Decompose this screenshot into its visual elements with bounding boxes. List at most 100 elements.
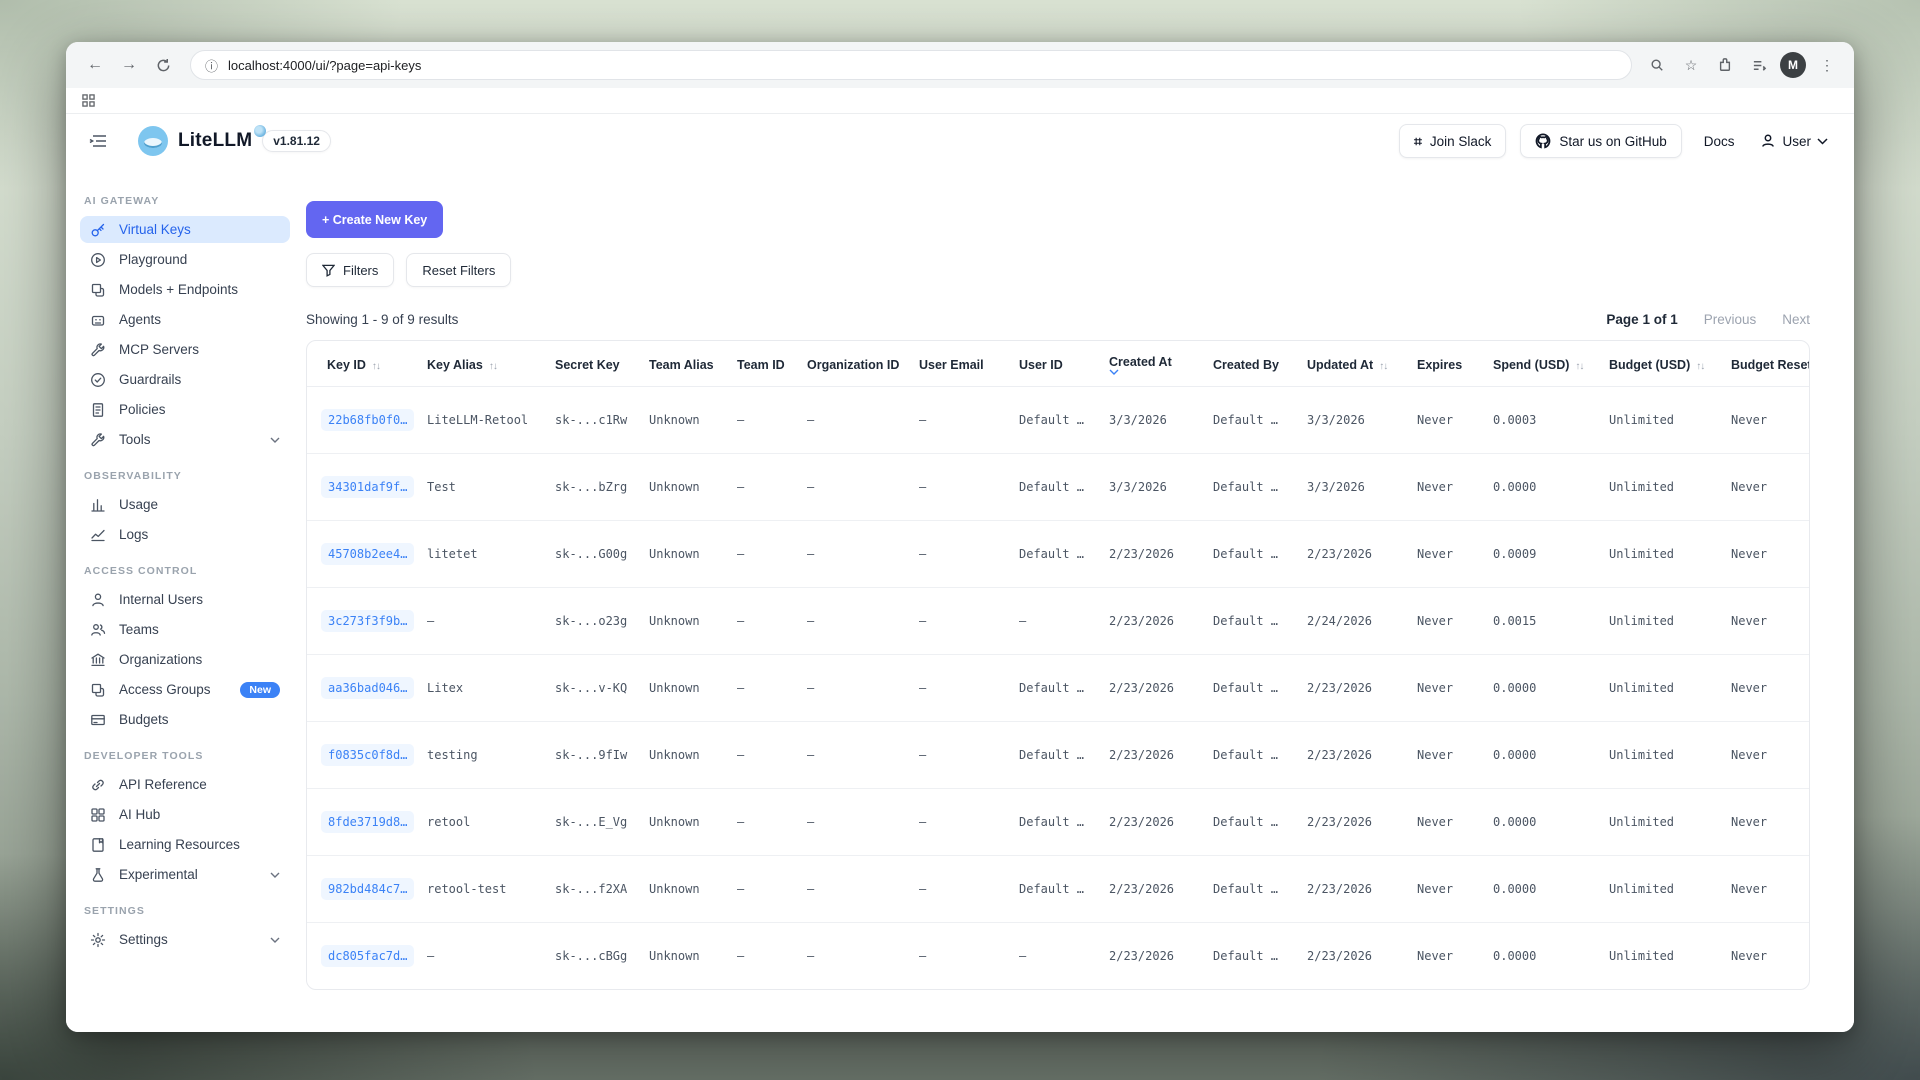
sidebar-item-guardrails[interactable]: Guardrails xyxy=(80,366,290,393)
browser-window: ← → ⓘ localhost:4000/ui/?page=api-keys ☆ xyxy=(66,42,1854,1032)
address-bar[interactable]: ⓘ localhost:4000/ui/?page=api-keys xyxy=(190,50,1632,80)
column-header-spend-usd[interactable]: Spend (USD)↑↓ xyxy=(1485,341,1601,387)
user-menu[interactable]: User xyxy=(1760,133,1828,149)
column-header-updated-at[interactable]: Updated At↑↓ xyxy=(1299,341,1409,387)
create-new-key-button[interactable]: + Create New Key xyxy=(306,201,443,238)
key-id-link[interactable]: 22b68fb0f0… xyxy=(321,409,414,431)
sidebar-item-policies[interactable]: Policies xyxy=(80,396,290,423)
line-chart-icon xyxy=(90,527,106,543)
sidebar-item-teams[interactable]: Teams xyxy=(80,616,290,643)
key-id-cell[interactable]: 22b68fb0f0… xyxy=(307,387,419,454)
column-header-created-at[interactable]: Created At xyxy=(1101,341,1205,387)
table-row[interactable]: aa36bad046…Litexsk-...v-KQUnknown–––Defa… xyxy=(307,655,1810,722)
join-slack-button[interactable]: ⌗ Join Slack xyxy=(1399,124,1506,158)
docs-link[interactable]: Docs xyxy=(1704,134,1735,149)
column-header-key-alias[interactable]: Key Alias↑↓ xyxy=(419,341,547,387)
sidebar-item-agents[interactable]: Agents xyxy=(80,306,290,333)
table-cell: 2/23/2026 xyxy=(1101,722,1205,789)
table-row[interactable]: 3c273f3f9b…–sk-...o23gUnknown––––2/23/20… xyxy=(307,588,1810,655)
star-github-button[interactable]: Star us on GitHub xyxy=(1520,124,1681,158)
menu-dots-icon[interactable]: ⋮ xyxy=(1814,52,1840,78)
table-row[interactable]: 982bd484c7…retool-testsk-...f2XAUnknown–… xyxy=(307,856,1810,923)
profile-avatar[interactable]: M xyxy=(1780,52,1806,78)
next-page-button[interactable]: Next xyxy=(1782,312,1810,327)
reset-filters-button[interactable]: Reset Filters xyxy=(406,253,511,287)
sidebar-item-mcp-servers[interactable]: MCP Servers xyxy=(80,336,290,363)
sidebar-item-internal-users[interactable]: Internal Users xyxy=(80,586,290,613)
key-id-cell[interactable]: aa36bad046… xyxy=(307,655,419,722)
page-info: Page 1 of 1 xyxy=(1606,312,1677,327)
sidebar-item-organizations[interactable]: Organizations xyxy=(80,646,290,673)
sidebar-item-access-groups[interactable]: Access GroupsNew xyxy=(80,676,290,703)
back-icon[interactable]: ← xyxy=(80,50,110,80)
sidebar-toggle-icon[interactable] xyxy=(84,127,112,155)
bookmark-star-icon[interactable]: ☆ xyxy=(1678,52,1704,78)
sidebar-item-virtual-keys[interactable]: Virtual Keys xyxy=(80,216,290,243)
keys-table-card: Key ID↑↓Key Alias↑↓Secret KeyTeam AliasT… xyxy=(306,340,1810,990)
key-id-link[interactable]: 3c273f3f9b… xyxy=(321,610,414,632)
key-id-cell[interactable]: dc805fac7d… xyxy=(307,923,419,990)
key-id-link[interactable]: 45708b2ee4… xyxy=(321,543,414,565)
sidebar-item-budgets[interactable]: Budgets xyxy=(80,706,290,733)
sidebar-item-learning-resources[interactable]: Learning Resources xyxy=(80,831,290,858)
column-header-budget-reset: Budget Reset xyxy=(1723,341,1810,387)
sort-icon[interactable]: ↑↓ xyxy=(1696,361,1704,372)
key-id-cell[interactable]: 45708b2ee4… xyxy=(307,521,419,588)
key-id-link[interactable]: aa36bad046… xyxy=(321,677,414,699)
sort-icon[interactable]: ↑↓ xyxy=(372,361,380,372)
sort-icon[interactable]: ↑↓ xyxy=(489,361,497,372)
apps-strip xyxy=(66,88,1854,114)
extensions-icon[interactable] xyxy=(1712,52,1738,78)
sidebar-item-usage[interactable]: Usage xyxy=(80,491,290,518)
key-id-link[interactable]: 8fde3719d8… xyxy=(321,811,414,833)
sort-icon[interactable]: ↑↓ xyxy=(1379,361,1387,372)
key-id-cell[interactable]: 34301daf9f… xyxy=(307,454,419,521)
previous-page-button[interactable]: Previous xyxy=(1704,312,1757,327)
table-cell: Unknown xyxy=(641,722,729,789)
table-cell: Default … xyxy=(1205,923,1299,990)
filters-button[interactable]: Filters xyxy=(306,253,394,287)
column-header-budget-usd[interactable]: Budget (USD)↑↓ xyxy=(1601,341,1723,387)
wrench-icon xyxy=(90,432,106,448)
reading-list-icon[interactable] xyxy=(1746,52,1772,78)
forward-icon[interactable]: → xyxy=(114,50,144,80)
table-row[interactable]: 34301daf9f…Testsk-...bZrgUnknown–––Defau… xyxy=(307,454,1810,521)
table-cell: 2/24/2026 xyxy=(1299,588,1409,655)
sidebar-item-tools[interactable]: Tools xyxy=(80,426,290,453)
table-row[interactable]: 8fde3719d8…retoolsk-...E_VgUnknown–––Def… xyxy=(307,789,1810,856)
table-row[interactable]: f0835c0f8d…testingsk-...9fIwUnknown–––De… xyxy=(307,722,1810,789)
table-cell: Unknown xyxy=(641,856,729,923)
column-header-key-id[interactable]: Key ID↑↓ xyxy=(307,341,419,387)
table-row[interactable]: 45708b2ee4…litetetsk-...G00gUnknown–––De… xyxy=(307,521,1810,588)
key-id-link[interactable]: dc805fac7d… xyxy=(321,945,414,967)
apps-grid-icon[interactable] xyxy=(82,94,95,107)
reload-icon[interactable] xyxy=(148,50,178,80)
sidebar-item-settings[interactable]: Settings xyxy=(80,926,290,953)
key-id-cell[interactable]: 3c273f3f9b… xyxy=(307,588,419,655)
keys-table: Key ID↑↓Key Alias↑↓Secret KeyTeam AliasT… xyxy=(307,341,1810,989)
sidebar-item-label: Budgets xyxy=(119,712,280,727)
sidebar-item-playground[interactable]: Playground xyxy=(80,246,290,273)
site-info-icon[interactable]: ⓘ xyxy=(205,56,218,75)
key-id-link[interactable]: 34301daf9f… xyxy=(321,476,414,498)
key-id-link[interactable]: 982bd484c7… xyxy=(321,878,414,900)
key-id-cell[interactable]: f0835c0f8d… xyxy=(307,722,419,789)
sort-icon[interactable]: ↑↓ xyxy=(1575,361,1583,372)
zoom-icon[interactable] xyxy=(1644,52,1670,78)
table-row[interactable]: 22b68fb0f0…LiteLLM-Retoolsk-...c1RwUnkno… xyxy=(307,387,1810,454)
table-cell: 2/23/2026 xyxy=(1299,655,1409,722)
key-id-link[interactable]: f0835c0f8d… xyxy=(321,744,414,766)
sidebar: AI GATEWAYVirtual KeysPlaygroundModels +… xyxy=(66,168,304,1032)
sidebar-item-models-endpoints[interactable]: Models + Endpoints xyxy=(80,276,290,303)
key-id-cell[interactable]: 982bd484c7… xyxy=(307,856,419,923)
table-cell: 0.0000 xyxy=(1485,923,1601,990)
table-cell: – xyxy=(729,387,799,454)
url-text: localhost:4000/ui/?page=api-keys xyxy=(228,58,421,73)
sort-desc-icon[interactable] xyxy=(1109,369,1197,375)
key-id-cell[interactable]: 8fde3719d8… xyxy=(307,789,419,856)
table-row[interactable]: dc805fac7d…–sk-...cBGgUnknown––––2/23/20… xyxy=(307,923,1810,990)
sidebar-item-logs[interactable]: Logs xyxy=(80,521,290,548)
sidebar-item-api-reference[interactable]: API Reference xyxy=(80,771,290,798)
sidebar-item-experimental[interactable]: Experimental xyxy=(80,861,290,888)
sidebar-item-ai-hub[interactable]: AI Hub xyxy=(80,801,290,828)
